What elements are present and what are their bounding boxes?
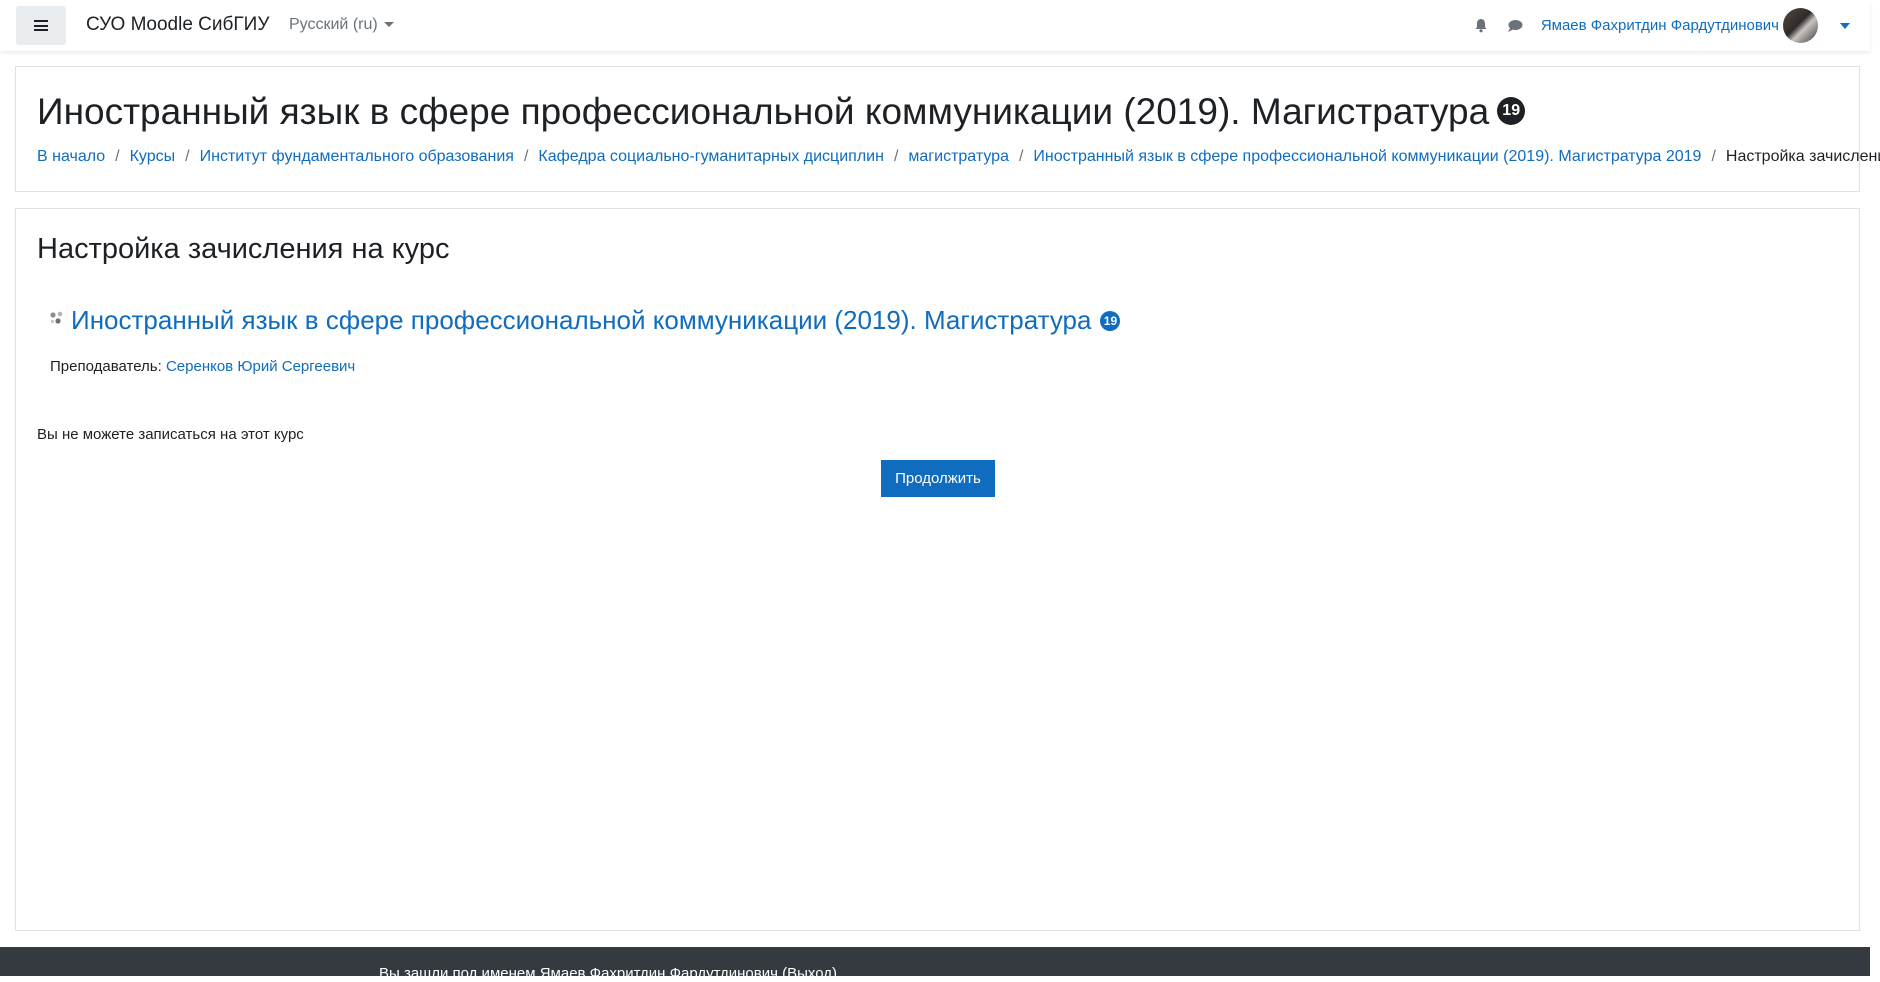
breadcrumb: В начало / Курсы / Институт фундаментально… [37,148,1880,166]
login-info-prefix: Вы зашли под именем [379,965,536,982]
logout-link[interactable]: (Выход) [782,965,837,982]
login-info: Вы зашли под именем Ямаев Фахритдин Фард… [379,965,837,982]
chat-bubble-icon[interactable] [1507,18,1523,34]
course-title-link[interactable]: Иностранный язык в сфере профессионально… [71,305,1091,336]
course-link-row: Иностранный язык в сфере профессионально… [49,305,1121,336]
breadcrumb-home[interactable]: В начало [37,148,105,166]
teacher-label: Преподаватель: [50,358,162,375]
hamburger-icon [34,20,48,31]
course-number-badge: 19 [1100,310,1121,331]
section-title: Настройка зачисления на курс [37,233,450,265]
bell-icon[interactable] [1473,18,1489,34]
teacher-info: Преподаватель: Серенков Юрий Сергеевич [50,358,355,375]
breadcrumb-separator: / [1018,148,1024,165]
menu-toggle-button[interactable] [16,6,66,45]
language-label: Русский (ru) [289,16,378,33]
top-navbar: СУО Moodle СибГИУ Русский (ru) Ямаев Фах… [0,0,1870,51]
breadcrumb-separator: / [115,148,120,165]
breadcrumb-current: Настройка зачисления на курс [1725,148,1880,165]
course-number-badge: 19 [1497,97,1526,126]
main-content: Настройка зачисления на курс Иностранный… [15,208,1860,931]
language-selector[interactable]: Русский (ru) [289,16,394,34]
user-nav: Ямаев Фахритдин Фардутдинович [1473,0,1850,51]
continue-button[interactable]: Продолжить [881,460,995,497]
teacher-name-link[interactable]: Серенков Юрий Сергеевич [166,358,355,375]
breadcrumb-courses[interactable]: Курсы [130,148,176,166]
breadcrumb-separator: / [185,148,190,165]
site-brand[interactable]: СУО Moodle СибГИУ [86,14,269,36]
page-title: Иностранный язык в сфере профессионально… [37,91,1526,133]
breadcrumb-institute[interactable]: Институт фундаментального образования [200,148,514,166]
user-name-link[interactable]: Ямаев Фахритдин Фардутдинович [1541,17,1779,34]
caret-down-icon[interactable] [1840,22,1850,29]
breadcrumb-separator: / [1711,148,1716,165]
breadcrumb-course[interactable]: Иностранный язык в сфере профессионально… [1033,148,1701,166]
course-icon [49,310,65,331]
chevron-down-icon [383,22,394,28]
breadcrumb-department[interactable]: Кафедра социально-гуманитарных дисциплин [538,148,884,166]
breadcrumb-separator: / [893,148,899,165]
page-title-text: Иностранный язык в сфере профессионально… [37,91,1490,132]
page-header: Иностранный язык в сфере профессионально… [15,66,1880,192]
breadcrumb-masters[interactable]: магистратура [908,148,1009,166]
breadcrumb-separator: / [523,148,529,165]
avatar[interactable] [1783,8,1818,43]
enrolment-notice: Вы не можете записаться на этот курс [37,426,304,443]
page-footer: Вы зашли под именем Ямаев Фахритдин Фард… [0,947,1870,982]
footer-user-link[interactable]: Ямаев Фахритдин Фардутдинович [540,965,778,982]
